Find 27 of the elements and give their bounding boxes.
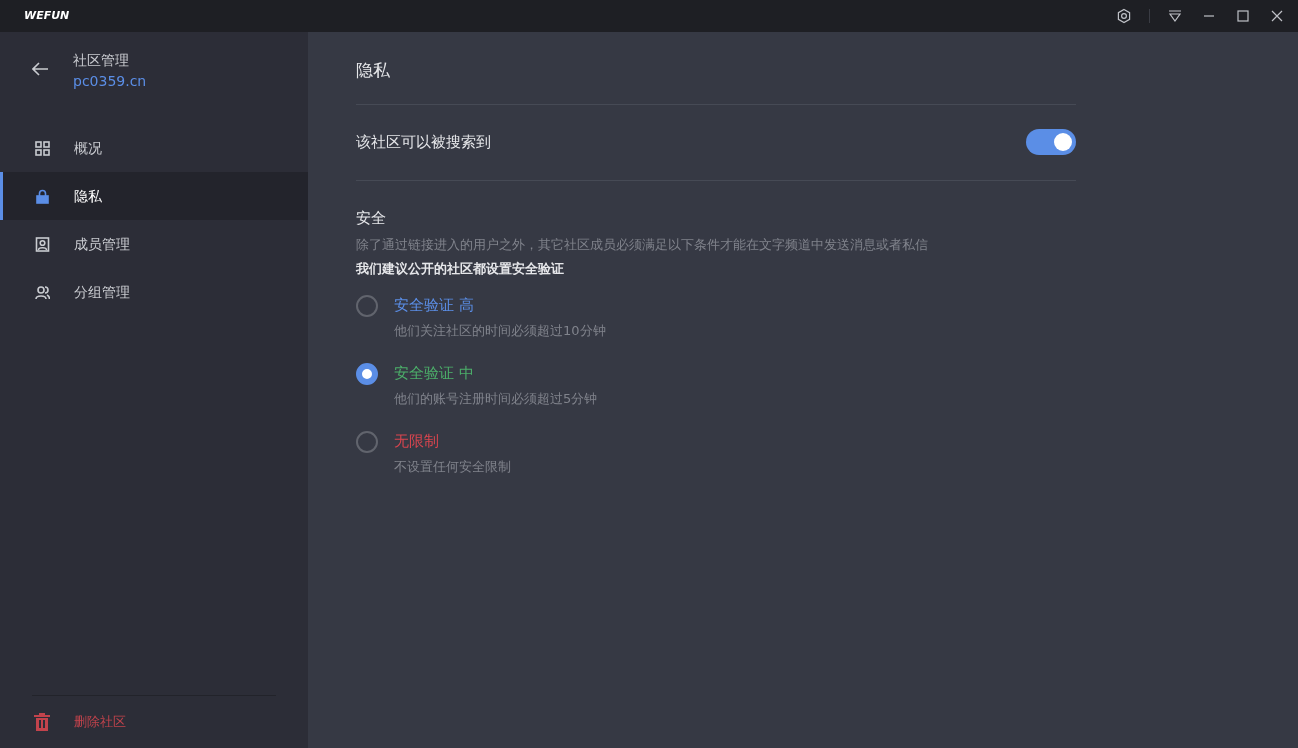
page-title: 隐私	[356, 59, 391, 82]
option-hint: 他们关注社区的时间必须超过10分钟	[394, 321, 606, 340]
section-heading: 安全	[356, 207, 387, 229]
setting-label: 该社区可以被搜索到	[356, 131, 491, 153]
sidebar-item[interactable]: 概况	[0, 124, 308, 172]
option-label[interactable]: 安全验证 高	[394, 294, 606, 317]
section-description: 除了通过链接进入的用户之外，其它社区成员必须满足以下条件才能在文字频道中发送消息或者私信	[356, 236, 929, 254]
radio-button[interactable]	[356, 431, 378, 453]
people-icon	[35, 284, 50, 300]
sidebar-item[interactable]: 分组管理	[0, 268, 308, 316]
radio-button[interactable]	[356, 363, 378, 385]
option-hint: 不设置任何安全限制	[394, 457, 511, 476]
option-hint: 他们的账号注册时间必须超过5分钟	[394, 389, 598, 408]
community-name: pc0359.cn	[73, 72, 147, 91]
trash-icon	[34, 713, 50, 731]
sidebar-item[interactable]: 隐私	[0, 172, 308, 220]
lock-icon	[35, 188, 50, 204]
radio-button[interactable]	[356, 295, 378, 317]
recommendation-text: 我们建议公开的社区都设置安全验证	[356, 259, 565, 278]
grid-icon	[35, 140, 50, 156]
section-title: 社区管理	[73, 51, 130, 70]
app-title: WEFUN	[23, 7, 70, 24]
sidebar-item[interactable]: 成员管理	[0, 220, 308, 268]
back-arrow-icon[interactable]	[32, 62, 49, 76]
portrait-icon	[35, 236, 50, 252]
toggle-switch[interactable]	[1026, 129, 1076, 155]
option-label[interactable]: 安全验证 中	[394, 362, 598, 385]
